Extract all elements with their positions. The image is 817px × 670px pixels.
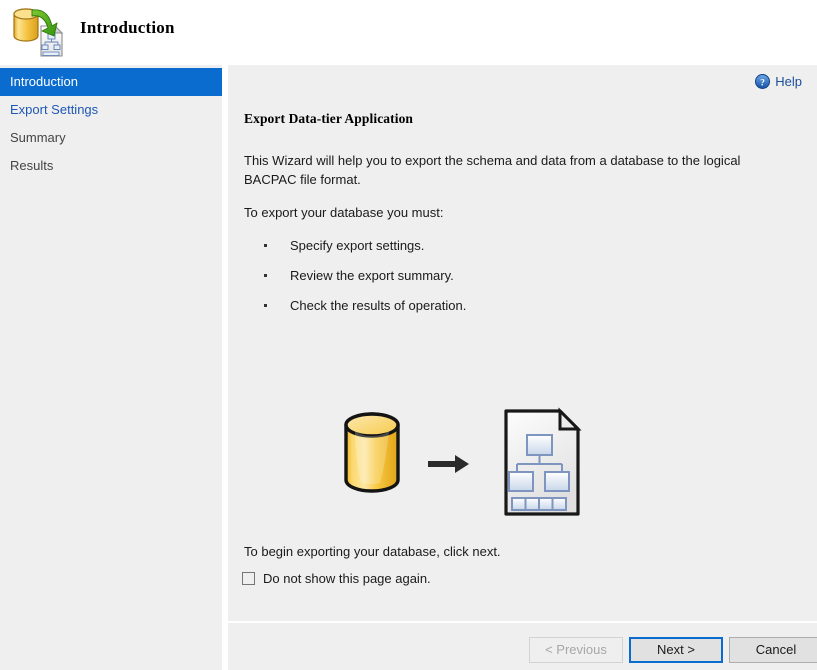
sidebar-item-export-settings[interactable]: Export Settings [0, 96, 222, 124]
previous-button[interactable]: < Previous [529, 637, 623, 663]
do-not-show-again-checkbox-row[interactable]: Do not show this page again. [242, 571, 431, 586]
bullet-icon [264, 244, 267, 247]
wizard-header: Introduction [0, 0, 817, 65]
help-circle-icon: ? [755, 74, 771, 89]
sidebar-item-label: Summary [10, 130, 66, 145]
wizard-step-list: Introduction Export Settings Summary Res… [0, 65, 222, 180]
list-item: Review the export summary. [260, 261, 466, 291]
sidebar-item-introduction[interactable]: Introduction [0, 68, 222, 96]
help-label: Help [775, 74, 802, 89]
cancel-button[interactable]: Cancel [729, 637, 817, 663]
page-title: Introduction [80, 18, 175, 37]
bacpac-document-icon [504, 407, 582, 516]
list-item-label: Specify export settings. [290, 238, 425, 253]
list-item: Specify export settings. [260, 231, 466, 261]
help-link[interactable]: ? Help [755, 74, 802, 89]
wizard-content-panel: ? Help Export Data-tier Application This… [228, 65, 817, 670]
bullet-icon [264, 304, 267, 307]
svg-text:?: ? [760, 78, 765, 88]
list-item-label: Check the results of operation. [290, 298, 467, 313]
intro-paragraph: This Wizard will help you to export the … [244, 153, 741, 187]
sidebar-item-label: Introduction [10, 74, 78, 89]
database-cylinder-icon [344, 412, 400, 493]
sidebar-item-summary[interactable]: Summary [0, 124, 222, 152]
database-export-icon [8, 4, 66, 60]
begin-instruction-text: To begin exporting your database, click … [244, 544, 501, 559]
do-not-show-again-checkbox[interactable] [242, 572, 255, 585]
do-not-show-again-label: Do not show this page again. [263, 571, 431, 586]
export-flow-illustration [328, 405, 598, 520]
sidebar-item-results[interactable]: Results [0, 152, 222, 180]
right-arrow-icon [428, 455, 469, 473]
wizard-sidebar: Introduction Export Settings Summary Res… [0, 65, 222, 670]
next-button[interactable]: Next > [629, 637, 723, 663]
requirements-list: Specify export settings. Review the expo… [260, 231, 466, 321]
sidebar-item-label: Results [10, 158, 54, 173]
list-item: Check the results of operation. [260, 291, 466, 321]
sidebar-item-label: Export Settings [10, 102, 99, 117]
requirements-intro-text: To export your database you must: [244, 205, 444, 220]
bullet-icon [264, 274, 267, 277]
export-data-tier-wizard: Introduction Introduction Export Setting… [0, 0, 817, 670]
wizard-footer: < Previous Next > Cancel [228, 623, 817, 670]
list-item-label: Review the export summary. [290, 268, 454, 283]
content-heading: Export Data-tier Application [244, 111, 414, 126]
